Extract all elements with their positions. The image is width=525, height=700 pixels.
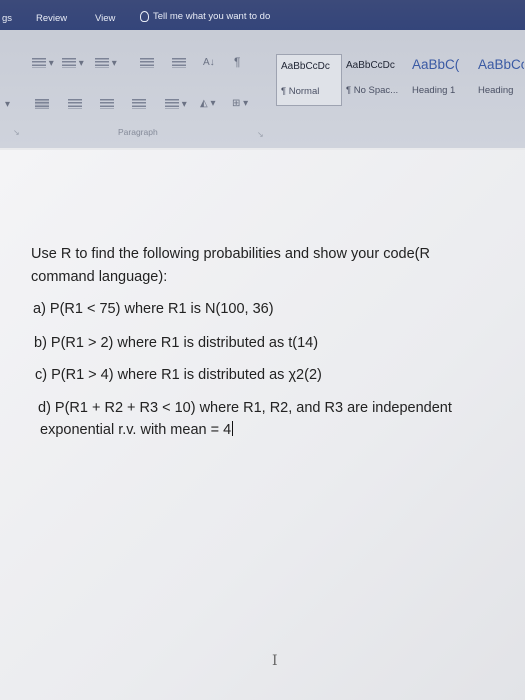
style-sample: AaBbCc bbox=[478, 57, 524, 72]
borders-icon: ⊞ bbox=[232, 97, 241, 109]
style-sample: AaBbCcDc bbox=[346, 60, 395, 71]
style-name: Heading 1 bbox=[412, 85, 456, 96]
align-right-icon bbox=[100, 99, 114, 109]
tab-gs[interactable]: gs bbox=[2, 13, 12, 24]
style-no-spacing[interactable]: AaBbCcDc ¶ No Spac... bbox=[342, 54, 408, 106]
multilevel-list-button[interactable]: ▾ bbox=[95, 57, 117, 69]
show-formatting-button[interactable]: ¶ bbox=[234, 55, 241, 69]
shading-button[interactable]: ◭ ▾ bbox=[200, 97, 216, 109]
style-name: ¶ No Spac... bbox=[346, 85, 399, 96]
style-sample: AaBbCcDc bbox=[281, 61, 330, 72]
style-heading-2[interactable]: AaBbCc Heading bbox=[474, 54, 524, 106]
numbering-icon bbox=[62, 58, 76, 68]
align-left-icon bbox=[35, 99, 49, 109]
sort-icon: A↓ bbox=[203, 56, 215, 68]
doc-line: c) P(R1 > 4) where R1 is distributed as … bbox=[35, 367, 322, 383]
style-name: Heading bbox=[478, 85, 514, 96]
paint-bucket-icon: ◭ bbox=[200, 97, 208, 109]
document-page[interactable]: Use R to find the following probabilitie… bbox=[0, 150, 525, 700]
paragraph-group-label: Paragraph bbox=[118, 127, 158, 137]
doc-line: Use R to find the following probabilitie… bbox=[31, 246, 430, 262]
sort-button[interactable]: A↓ bbox=[203, 56, 215, 68]
justify-button[interactable] bbox=[132, 98, 146, 110]
borders-button[interactable]: ⊞ ▾ bbox=[232, 97, 248, 109]
doc-line-text: exponential r.v. with mean = 4 bbox=[40, 422, 232, 438]
decrease-indent-icon bbox=[140, 58, 154, 68]
align-center-icon bbox=[68, 99, 82, 109]
doc-line: a) P(R1 < 75) where R1 is N(100, 36) bbox=[33, 301, 274, 317]
tell-me-text: Tell me what you want to do bbox=[153, 11, 271, 22]
align-center-button[interactable] bbox=[68, 98, 82, 110]
style-name: ¶ Normal bbox=[281, 86, 320, 97]
multilevel-list-icon bbox=[95, 58, 109, 68]
text-cursor bbox=[232, 421, 234, 436]
doc-line-last: exponential r.v. with mean = 4 bbox=[40, 421, 234, 438]
align-right-button[interactable] bbox=[100, 98, 114, 110]
line-spacing-button[interactable]: ▾ bbox=[165, 98, 187, 110]
style-heading-1[interactable]: AaBbC( Heading 1 bbox=[408, 54, 474, 106]
paragraph-group: ▾ ▾ ▾ A↓ ¶ ▾ ▾ ◭ ▾ ⊞ ▾ bbox=[0, 40, 265, 135]
tab-review[interactable]: Review bbox=[36, 13, 67, 24]
pilcrow-icon: ¶ bbox=[234, 55, 241, 69]
chevron-down-icon: ▾ bbox=[5, 98, 11, 110]
tab-bar: gs Review View Tell me what you want to … bbox=[0, 0, 525, 32]
decrease-indent-button[interactable] bbox=[140, 57, 154, 69]
styles-gallery: AaBbCcDc ¶ Normal AaBbCcDc ¶ No Spac... … bbox=[276, 54, 525, 106]
paragraph-dialog-launcher-icon[interactable]: ↘ bbox=[257, 130, 264, 139]
tab-view[interactable]: View bbox=[95, 13, 115, 24]
align-left-button[interactable] bbox=[35, 98, 49, 110]
bullets-button[interactable]: ▾ bbox=[32, 57, 54, 69]
increase-indent-button[interactable] bbox=[172, 57, 186, 69]
bullets-icon bbox=[32, 58, 46, 68]
doc-line: d) P(R1 + R2 + R3 < 10) where R1, R2, an… bbox=[38, 400, 452, 416]
tell-me-search[interactable]: Tell me what you want to do bbox=[140, 11, 270, 22]
small-dropdown-button[interactable]: ▾ bbox=[5, 98, 10, 110]
numbering-button[interactable]: ▾ bbox=[62, 57, 84, 69]
justify-icon bbox=[132, 99, 146, 109]
lightbulb-icon bbox=[140, 11, 149, 22]
font-dialog-launcher-icon[interactable]: ↘ bbox=[13, 128, 20, 137]
ibeam-cursor-icon: I bbox=[272, 653, 278, 669]
increase-indent-icon bbox=[172, 58, 186, 68]
doc-line: b) P(R1 > 2) where R1 is distributed as … bbox=[34, 335, 319, 351]
style-sample: AaBbC( bbox=[412, 57, 460, 72]
doc-line: command language): bbox=[31, 269, 168, 285]
ribbon: gs Review View Tell me what you want to … bbox=[0, 0, 525, 148]
style-normal[interactable]: AaBbCcDc ¶ Normal bbox=[276, 54, 342, 106]
line-spacing-icon bbox=[165, 99, 179, 109]
